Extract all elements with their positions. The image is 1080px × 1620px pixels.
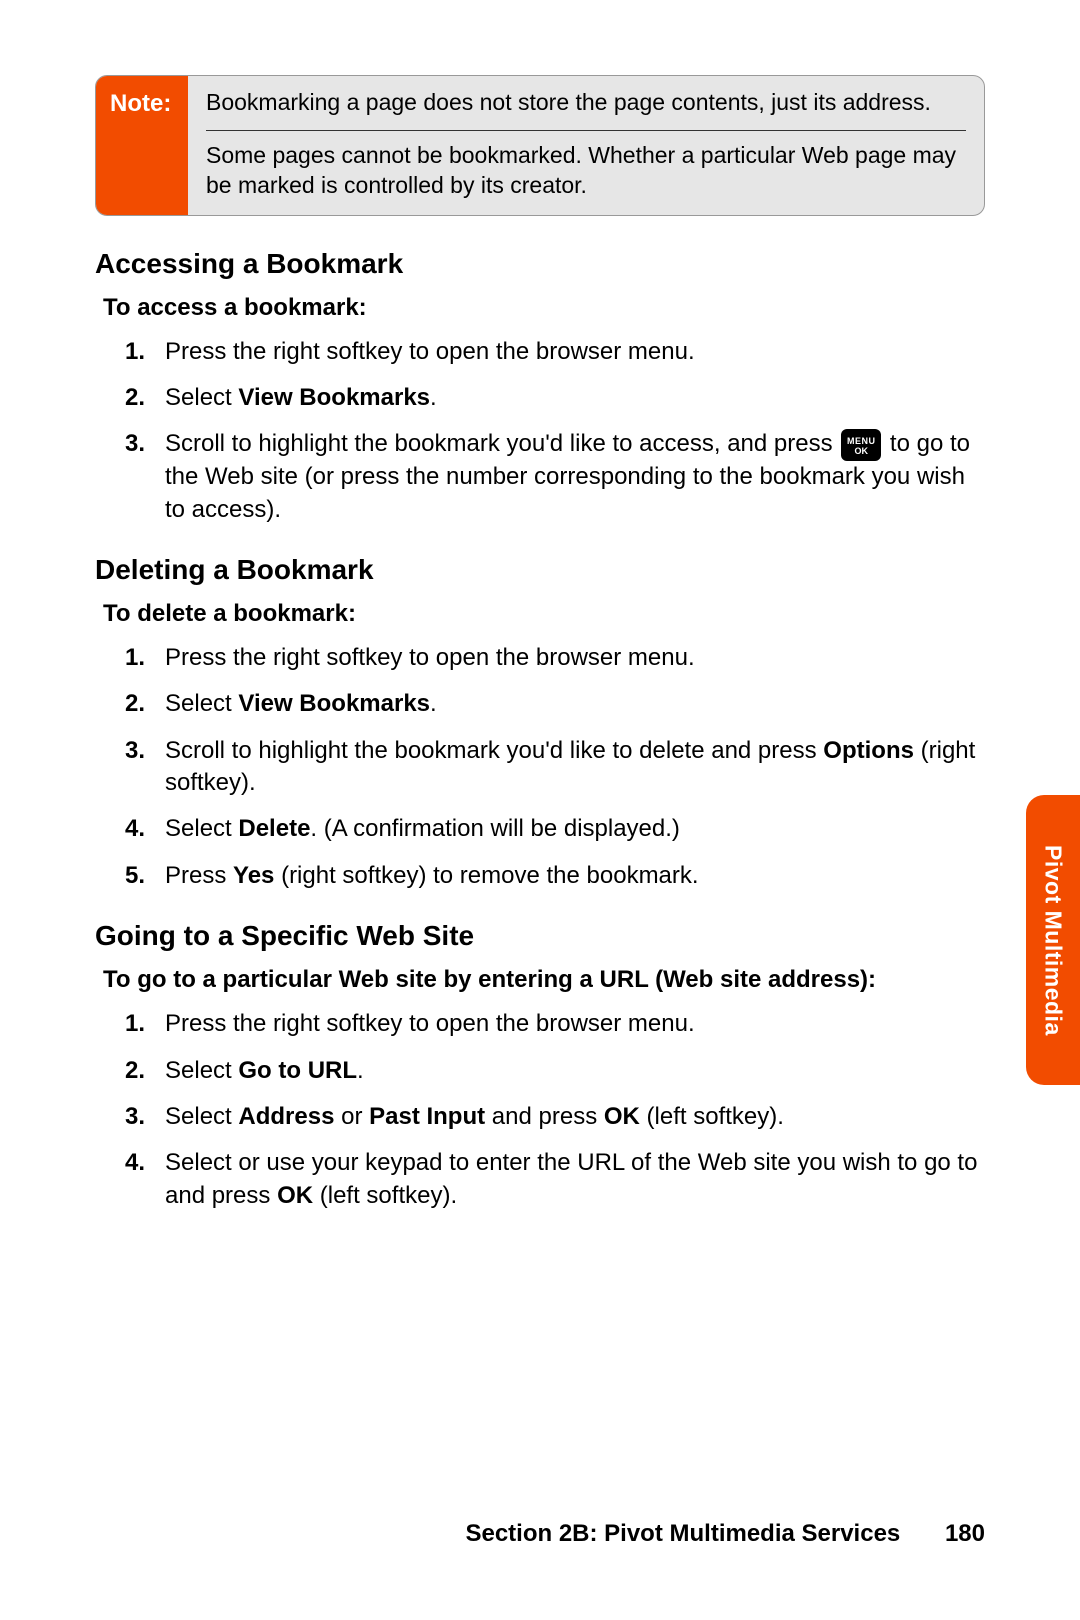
- step-bold: Delete: [238, 815, 310, 842]
- step-text: (right softkey) to remove the bookmark.: [274, 862, 698, 889]
- step-bold: Options: [823, 737, 914, 764]
- step-text: (left softkey).: [313, 1182, 457, 1209]
- subheading-accessing: To access a bookmark:: [103, 294, 985, 322]
- list-item: 2.Select View Bookmarks.: [165, 688, 985, 720]
- steps-accessing: 1.Press the right softkey to open the br…: [95, 336, 985, 526]
- steps-going: 1.Press the right softkey to open the br…: [95, 1008, 985, 1212]
- list-item: 4.Select or use your keypad to enter the…: [165, 1147, 985, 1212]
- step-text: .: [430, 690, 437, 717]
- list-item: 4.Select Delete. (A confirmation will be…: [165, 813, 985, 845]
- list-item: 5.Press Yes (right softkey) to remove th…: [165, 860, 985, 892]
- step-text: (left softkey).: [640, 1103, 784, 1130]
- icon-line2: OK: [855, 447, 869, 456]
- list-item: 3.Scroll to highlight the bookmark you'd…: [165, 428, 985, 525]
- note-label: Note:: [96, 76, 188, 215]
- step-text: Select: [165, 690, 238, 717]
- heading-deleting: Deleting a Bookmark: [95, 554, 985, 586]
- step-text: Select: [165, 1057, 238, 1084]
- list-item: 3.Scroll to highlight the bookmark you'd…: [165, 735, 985, 800]
- step-text: Press the right softkey to open the brow…: [165, 338, 695, 365]
- step-bold: Go to URL: [238, 1057, 357, 1084]
- step-text: Scroll to highlight the bookmark you'd l…: [165, 737, 823, 764]
- step-text: Select: [165, 1103, 238, 1130]
- page-content: Note: Bookmarking a page does not store …: [0, 0, 1080, 1212]
- subheading-deleting: To delete a bookmark:: [103, 600, 985, 628]
- step-text: . (A confirmation will be displayed.): [310, 815, 680, 842]
- list-item: 1.Press the right softkey to open the br…: [165, 1008, 985, 1040]
- page-number: 180: [945, 1520, 985, 1547]
- step-text: Press: [165, 862, 233, 889]
- step-bold: OK: [604, 1103, 640, 1130]
- list-item: 3.Select Address or Past Input and press…: [165, 1101, 985, 1133]
- note-divider: [206, 130, 966, 131]
- menu-ok-icon: MENUOK: [841, 429, 881, 461]
- step-text: Scroll to highlight the bookmark you'd l…: [165, 430, 839, 457]
- side-tab: Pivot Multimedia: [1026, 795, 1080, 1085]
- step-bold: View Bookmarks: [238, 690, 430, 717]
- note-content: Bookmarking a page does not store the pa…: [188, 76, 984, 215]
- list-item: 1.Press the right softkey to open the br…: [165, 642, 985, 674]
- step-bold: Address: [238, 1103, 334, 1130]
- note-box: Note: Bookmarking a page does not store …: [95, 75, 985, 216]
- step-text: .: [430, 384, 437, 411]
- step-text: and press: [485, 1103, 604, 1130]
- list-item: 2.Select View Bookmarks.: [165, 382, 985, 414]
- step-text: Select: [165, 384, 238, 411]
- step-text: Select: [165, 815, 238, 842]
- subheading-going: To go to a particular Web site by enteri…: [103, 966, 985, 994]
- step-bold: OK: [277, 1182, 313, 1209]
- list-item: 1.Press the right softkey to open the br…: [165, 336, 985, 368]
- icon-line1: MENU: [847, 437, 876, 446]
- list-item: 2.Select Go to URL.: [165, 1055, 985, 1087]
- heading-going: Going to a Specific Web Site: [95, 920, 985, 952]
- note-text-1: Bookmarking a page does not store the pa…: [206, 88, 966, 118]
- steps-deleting: 1.Press the right softkey to open the br…: [95, 642, 985, 892]
- step-text: or: [334, 1103, 369, 1130]
- step-text: .: [357, 1057, 364, 1084]
- footer: Section 2B: Pivot Multimedia Services 18…: [465, 1520, 985, 1548]
- step-text: Press the right softkey to open the brow…: [165, 644, 695, 671]
- step-bold: View Bookmarks: [238, 384, 430, 411]
- step-bold: Past Input: [369, 1103, 485, 1130]
- footer-section: Section 2B: Pivot Multimedia Services: [465, 1520, 900, 1547]
- note-text-2: Some pages cannot be bookmarked. Whether…: [206, 141, 966, 201]
- step-text: Press the right softkey to open the brow…: [165, 1010, 695, 1037]
- step-bold: Yes: [233, 862, 274, 889]
- heading-accessing: Accessing a Bookmark: [95, 248, 985, 280]
